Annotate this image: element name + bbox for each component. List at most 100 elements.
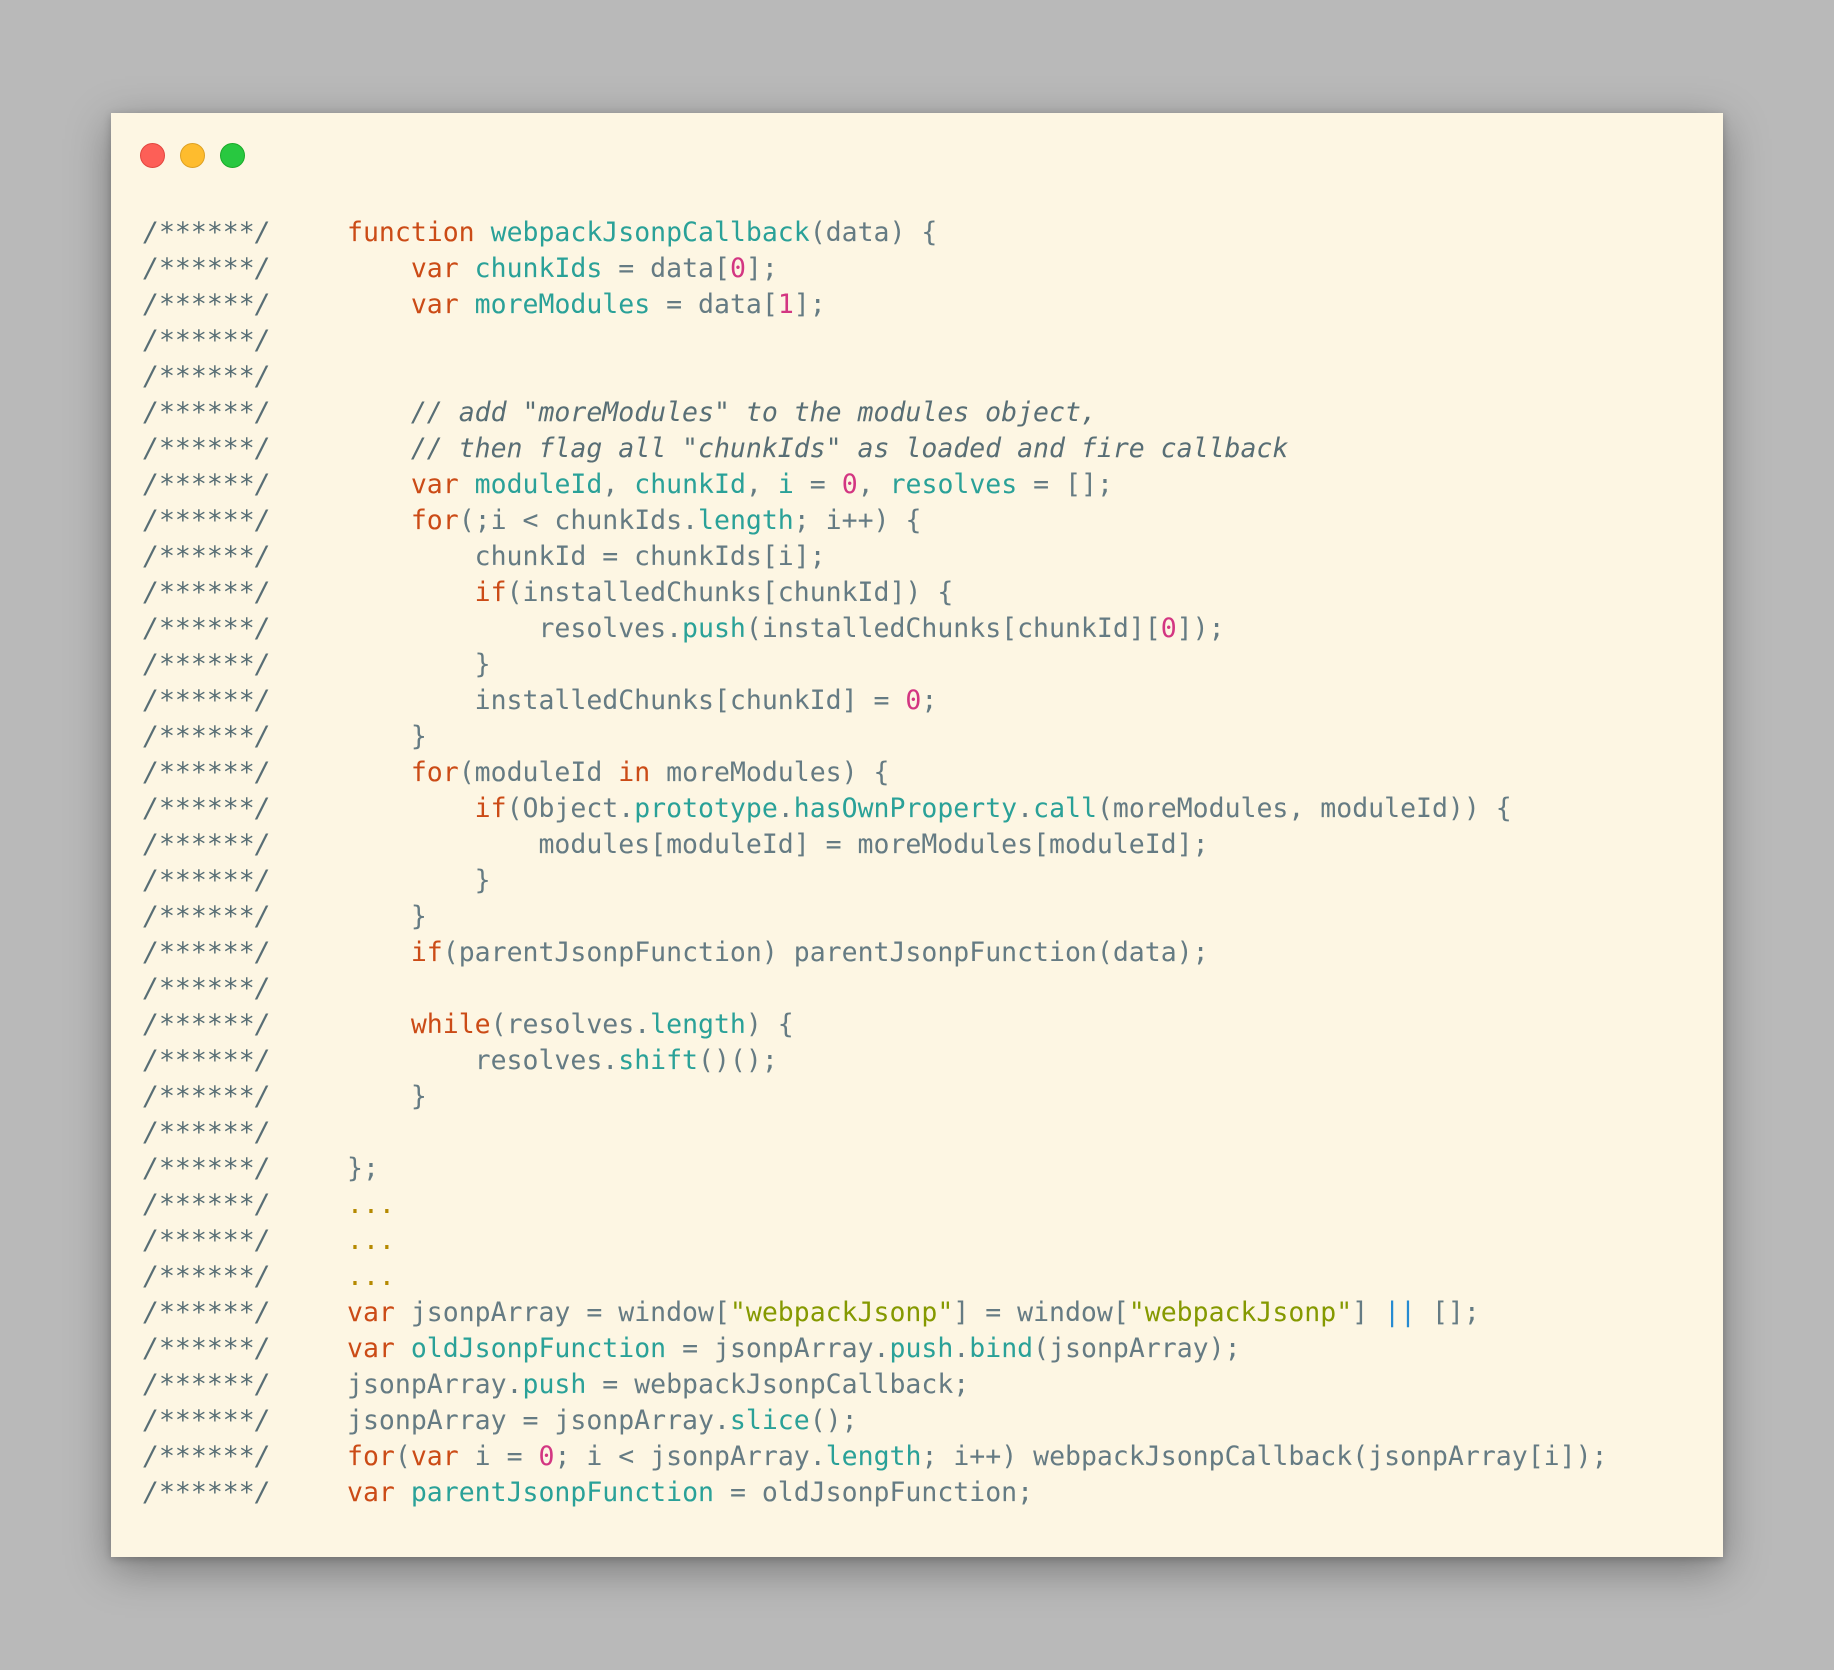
code-token: (resolves. <box>490 1009 651 1040</box>
code-token: ()(); <box>698 1045 778 1076</box>
code-token: moduleId <box>474 469 603 500</box>
code-token: }; <box>347 1153 379 1184</box>
code-token: ; i < jsonpArray. <box>554 1441 826 1472</box>
code-token: = []; <box>1017 469 1113 500</box>
line-gutter-marker: /******/ <box>143 325 271 356</box>
code-token: = jsonpArray. <box>666 1333 890 1364</box>
code-line: /******/ } <box>143 719 1703 755</box>
code-line: /******/ var parentJsonpFunction = oldJso… <box>143 1475 1703 1511</box>
code-token: } <box>347 901 427 932</box>
code-token: chunkIds <box>474 253 603 284</box>
code-token: resolves. <box>347 1045 619 1076</box>
line-source: } <box>347 719 1703 755</box>
code-token: var <box>410 469 459 500</box>
line-gutter-marker: /******/ <box>143 649 271 680</box>
line-gutter-marker: /******/ <box>143 757 271 788</box>
code-token: ( <box>394 1441 411 1472</box>
code-token: . <box>953 1333 970 1364</box>
code-line: /******/ var oldJsonpFunction = jsonpArra… <box>143 1331 1703 1367</box>
line-source: } <box>347 1079 1703 1115</box>
code-token: in <box>618 757 651 788</box>
line-gutter-marker: /******/ <box>143 1477 271 1508</box>
code-line: /******/ for(moduleId in moreModules) { <box>143 755 1703 791</box>
code-token: prototype <box>634 793 778 824</box>
code-token: ]; <box>745 253 778 284</box>
code-token: ... <box>347 1225 395 1256</box>
code-line: /******/ // add "moreModules" to the mod… <box>143 395 1703 431</box>
line-gutter-marker: /******/ <box>143 829 271 860</box>
code-token: length <box>650 1009 746 1040</box>
code-token: } <box>347 865 491 896</box>
code-line: /******/ var moreModules = data[1]; <box>143 287 1703 323</box>
code-token: ; i++) { <box>793 505 922 536</box>
code-token: || <box>1384 1297 1417 1328</box>
code-token: push <box>522 1369 587 1400</box>
code-token: hasOwnProperty <box>793 793 1018 824</box>
code-token: 0 <box>538 1441 555 1472</box>
code-token: (installedChunks[chunkId]) { <box>506 577 954 608</box>
code-line: /******/ for(var i = 0; i < jsonpArray.le… <box>143 1439 1703 1475</box>
window-controls <box>140 143 245 168</box>
code-token: // then flag all "chunkIds" as loaded an… <box>410 433 1289 464</box>
line-gutter-marker: /******/ <box>143 1009 271 1040</box>
code-token: for <box>410 757 459 788</box>
code-token: chunkId = chunkIds[i]; <box>347 541 826 572</box>
code-line: /******/ <box>143 359 1703 395</box>
close-button[interactable] <box>140 143 165 168</box>
code-token: call <box>1033 793 1097 824</box>
line-source: var oldJsonpFunction = jsonpArray.push.b… <box>347 1331 1703 1367</box>
code-token: (;i < chunkIds. <box>458 505 699 536</box>
code-token: ]; <box>793 289 826 320</box>
code-token: jsonpArray = jsonpArray. <box>347 1405 730 1436</box>
code-line: /******/ resolves.shift()(); <box>143 1043 1703 1079</box>
line-gutter-marker: /******/ <box>143 1189 271 1220</box>
line-source <box>347 1115 1703 1151</box>
line-source <box>347 323 1703 359</box>
code-token: = data[ <box>602 253 730 284</box>
zoom-button[interactable] <box>220 143 245 168</box>
code-token: length <box>698 505 794 536</box>
code-token: ] <box>1352 1297 1385 1328</box>
line-gutter-marker: /******/ <box>143 937 271 968</box>
code-token: []; <box>1416 1297 1480 1328</box>
code-line: /******/ var moduleId, chunkId, i = 0, r… <box>143 467 1703 503</box>
line-source: if(installedChunks[chunkId]) { <box>347 575 1703 611</box>
code-line: /******/ <box>143 1115 1703 1151</box>
code-token: i <box>777 469 794 500</box>
line-source: resolves.push(installedChunks[chunkId][0… <box>347 611 1703 647</box>
line-gutter-marker: /******/ <box>143 397 271 428</box>
code-line: /******/ } <box>143 863 1703 899</box>
line-source: // add "moreModules" to the modules obje… <box>347 395 1703 431</box>
code-token: moreModules <box>474 289 651 320</box>
line-source: function webpackJsonpCallback(data) { <box>347 215 1703 251</box>
code-token: 0 <box>729 253 746 284</box>
code-token: bind <box>969 1333 1034 1364</box>
line-gutter-marker: /******/ <box>143 685 271 716</box>
code-line: /******/ jsonpArray.push = webpackJsonpCa… <box>143 1367 1703 1403</box>
code-token: moreModules) { <box>650 757 890 788</box>
code-line: /******/ resolves.push(installedChunks[c… <box>143 611 1703 647</box>
code-editor[interactable]: /******/ function webpackJsonpCallback(da… <box>143 215 1703 1511</box>
line-gutter-marker: /******/ <box>143 1153 271 1184</box>
code-token: (data) { <box>809 217 938 248</box>
code-line: /******/ function webpackJsonpCallback(da… <box>143 215 1703 251</box>
line-source: } <box>347 899 1703 935</box>
code-token: installedChunks[chunkId] = <box>347 685 906 716</box>
line-source: var moreModules = data[1]; <box>347 287 1703 323</box>
code-token: = <box>793 469 842 500</box>
code-token: (Object. <box>506 793 635 824</box>
code-token: (installedChunks[chunkId][ <box>745 613 1161 644</box>
minimize-button[interactable] <box>180 143 205 168</box>
line-gutter-marker: /******/ <box>143 901 271 932</box>
line-gutter-marker: /******/ <box>143 1441 271 1472</box>
line-source: for(;i < chunkIds.length; i++) { <box>347 503 1703 539</box>
